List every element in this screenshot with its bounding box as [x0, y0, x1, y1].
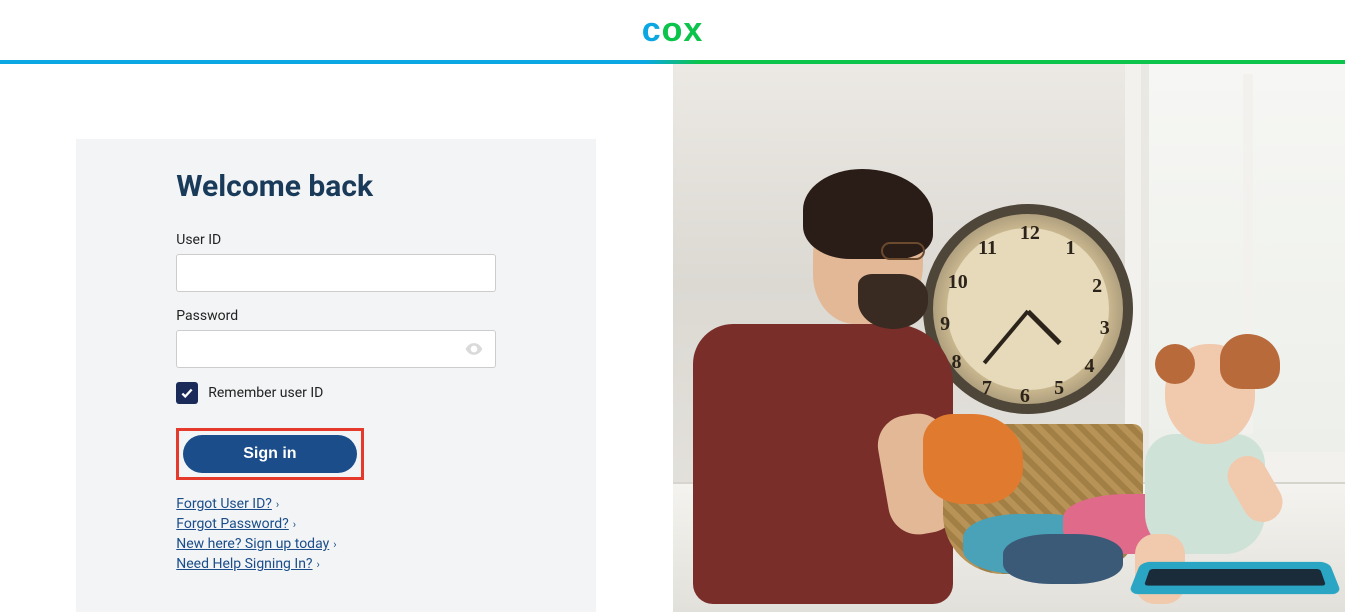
help-signin-link[interactable]: Need Help Signing In? › — [176, 556, 496, 572]
signin-highlight-box: Sign in — [176, 428, 363, 480]
scene-background: 12 1 2 3 4 5 6 7 8 9 10 11 — [673, 64, 1345, 612]
signup-link[interactable]: New here? Sign up today › — [176, 536, 496, 552]
chevron-right-icon: › — [317, 558, 320, 571]
chevron-right-icon: › — [276, 498, 279, 511]
show-password-icon[interactable] — [464, 339, 484, 359]
chevron-right-icon: › — [333, 538, 336, 551]
brand-logo[interactable]: cox — [642, 11, 704, 50]
clock-number: 2 — [1092, 275, 1102, 298]
chevron-right-icon: › — [293, 518, 296, 531]
signup-text: New here? Sign up today — [176, 536, 329, 552]
clock-number: 4 — [1085, 355, 1095, 378]
userid-label: User ID — [176, 232, 496, 248]
remember-row: Remember user ID — [176, 382, 496, 404]
main: Welcome back User ID Password Remember u… — [0, 64, 1345, 612]
help-links: Forgot User ID? › Forgot Password? › New h… — [176, 496, 496, 572]
clock-number: 12 — [1020, 222, 1040, 245]
help-signin-text: Need Help Signing In? — [176, 556, 312, 572]
clock-number: 6 — [1020, 385, 1030, 408]
clock-number: 7 — [982, 377, 992, 400]
header: cox — [0, 0, 1345, 60]
man-illustration — [693, 184, 973, 612]
hero-image: 12 1 2 3 4 5 6 7 8 9 10 11 — [673, 64, 1345, 612]
signin-card: Welcome back User ID Password Remember u… — [76, 139, 596, 612]
remember-checkbox[interactable] — [176, 382, 198, 404]
logo-letter-x: x — [683, 11, 703, 49]
clock-number: 3 — [1100, 317, 1110, 340]
tablet-illustration — [1128, 562, 1342, 594]
logo-letter-o: o — [662, 11, 684, 49]
userid-input[interactable] — [176, 254, 496, 292]
forgot-password-link[interactable]: Forgot Password? › — [176, 516, 496, 532]
remember-label: Remember user ID — [208, 385, 323, 401]
forgot-userid-link[interactable]: Forgot User ID? › — [176, 496, 496, 512]
page-title: Welcome back — [176, 169, 496, 204]
clock-number: 1 — [1066, 237, 1076, 260]
clock-number: 11 — [978, 237, 997, 260]
clock-number: 5 — [1054, 377, 1064, 400]
password-input[interactable] — [176, 330, 496, 368]
signin-button[interactable]: Sign in — [183, 435, 356, 473]
forgot-userid-text: Forgot User ID? — [176, 496, 272, 512]
logo-letter-c: c — [642, 11, 662, 49]
forgot-password-text: Forgot Password? — [176, 516, 289, 532]
password-label: Password — [176, 308, 496, 324]
left-panel: Welcome back User ID Password Remember u… — [0, 64, 673, 612]
